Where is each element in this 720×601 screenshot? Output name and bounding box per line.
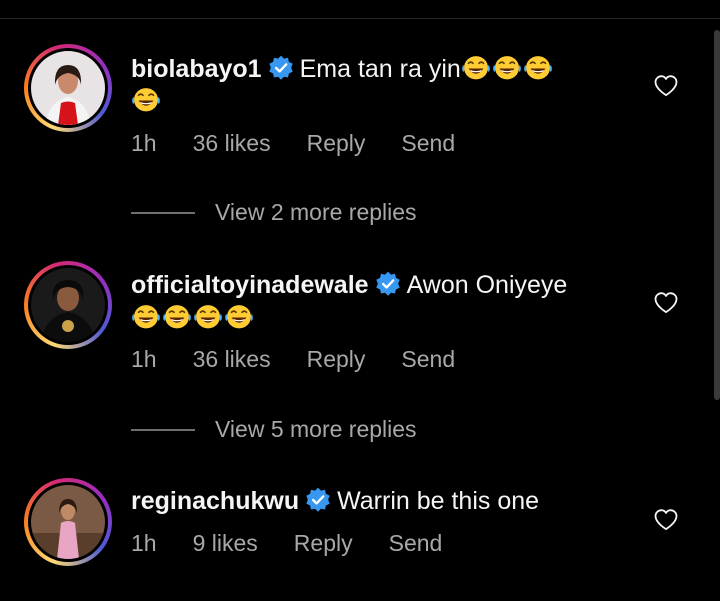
face-with-tears-of-joy-emoji <box>461 52 491 82</box>
avatar-story-ring[interactable] <box>24 261 112 349</box>
view-more-replies-label[interactable]: View 2 more replies <box>215 199 417 225</box>
send-button[interactable]: Send <box>389 530 443 556</box>
avatar[interactable] <box>31 51 105 125</box>
reply-button[interactable]: Reply <box>307 346 366 372</box>
view-more-replies-label[interactable]: View 5 more replies <box>215 416 417 442</box>
reply-button[interactable]: Reply <box>294 530 353 556</box>
view-more-replies[interactable]: View 2 more replies <box>131 199 417 226</box>
face-with-tears-of-joy-emoji <box>492 52 522 82</box>
comment-time: 1h <box>131 346 157 372</box>
comment-text: Awon Oniyeye <box>406 271 568 299</box>
face-with-tears-of-joy-emoji <box>523 52 553 82</box>
face-with-tears-of-joy-emoji <box>193 301 223 331</box>
comment-username[interactable]: reginachukwu <box>131 487 299 515</box>
verified-badge-icon <box>305 487 331 513</box>
heart-icon[interactable] <box>652 289 680 317</box>
comment-username[interactable]: officialtoyinadewale <box>131 271 369 299</box>
replies-divider-line <box>131 429 195 431</box>
comment-time: 1h <box>131 530 157 556</box>
reply-button[interactable]: Reply <box>307 130 366 156</box>
top-divider <box>0 0 720 19</box>
comment-text: Ema tan ra yin <box>299 55 461 83</box>
comment-likes[interactable]: 36 likes <box>193 130 271 156</box>
heart-icon[interactable] <box>652 72 680 100</box>
heart-icon[interactable] <box>652 506 680 534</box>
send-button[interactable]: Send <box>401 130 455 156</box>
avatar-story-ring[interactable] <box>24 478 112 566</box>
comment-username[interactable]: biolabayo1 <box>131 55 262 83</box>
replies-divider-line <box>131 212 195 214</box>
face-with-tears-of-joy-emoji <box>224 301 254 331</box>
face-with-tears-of-joy-emoji <box>131 301 161 331</box>
face-with-tears-of-joy-emoji <box>162 301 192 331</box>
comment-time: 1h <box>131 130 157 156</box>
comment-likes[interactable]: 36 likes <box>193 346 271 372</box>
avatar-story-ring[interactable] <box>24 44 112 132</box>
view-more-replies[interactable]: View 5 more replies <box>131 416 417 443</box>
comment-likes[interactable]: 9 likes <box>193 530 258 556</box>
comment-text: Warrin be this one <box>337 487 540 515</box>
avatar[interactable] <box>31 268 105 342</box>
send-button[interactable]: Send <box>401 346 455 372</box>
verified-badge-icon <box>268 55 294 81</box>
avatar[interactable] <box>31 485 105 559</box>
face-with-tears-of-joy-emoji <box>131 84 161 114</box>
verified-badge-icon <box>375 271 401 297</box>
scrollbar[interactable] <box>714 30 720 400</box>
